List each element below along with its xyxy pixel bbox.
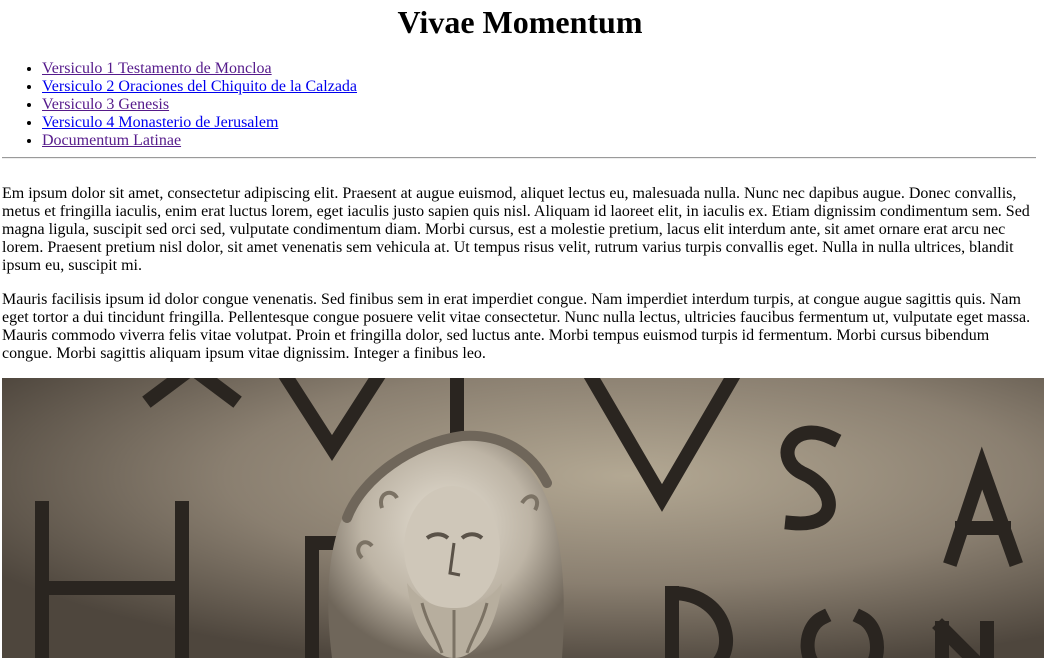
nav-list-item: Versiculo 2 Oraciones del Chiquito de la… (42, 78, 357, 96)
nav-link-versiculo-4[interactable]: Versiculo 4 Monasterio de Jerusalem (42, 114, 278, 131)
body-paragraph-2: Mauris facilisis ipsum id dolor congue v… (2, 291, 1031, 362)
nav-link-versiculo-2[interactable]: Versiculo 2 Oraciones del Chiquito de la… (42, 78, 357, 95)
verse-nav-list: Versiculo 1 Testamento de Moncloa Versic… (2, 60, 357, 150)
nav-link-documentum-latinae[interactable]: Documentum Latinae (42, 132, 181, 149)
nav-list-item: Versiculo 1 Testamento de Moncloa (42, 60, 357, 78)
hero-illustration (2, 378, 1044, 658)
horizontal-divider (2, 157, 1036, 159)
nav-list-item: Versiculo 3 Genesis (42, 96, 357, 114)
roman-statue-relief-image (2, 378, 1044, 658)
nav-list-item: Versiculo 4 Monasterio de Jerusalem (42, 114, 357, 132)
nav-list-item: Documentum Latinae (42, 132, 357, 150)
nav-link-versiculo-3[interactable]: Versiculo 3 Genesis (42, 96, 169, 113)
page-title: Vivae Momentum (397, 4, 643, 40)
body-paragraph-1: Em ipsum dolor sit amet, consectetur adi… (2, 185, 1030, 274)
nav-link-versiculo-1[interactable]: Versiculo 1 Testamento de Moncloa (42, 60, 272, 77)
